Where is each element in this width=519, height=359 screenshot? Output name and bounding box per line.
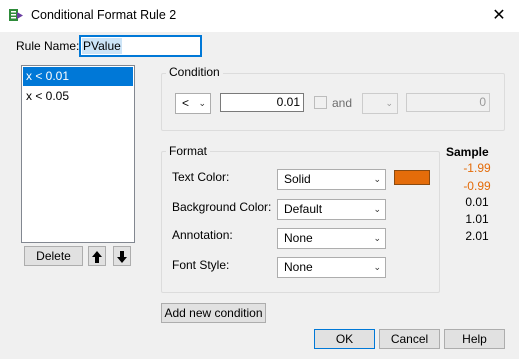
rule-name-label: Rule Name: bbox=[16, 39, 80, 53]
move-up-button[interactable] bbox=[88, 246, 106, 266]
chevron-down-icon: ⌄ bbox=[373, 262, 381, 272]
list-item[interactable]: x < 0.01 bbox=[23, 67, 133, 86]
font-style-label: Font Style: bbox=[172, 258, 230, 272]
window-title: Conditional Format Rule 2 bbox=[31, 8, 177, 22]
text-color-label: Text Color: bbox=[172, 170, 230, 184]
sample-value: -0.99 bbox=[463, 179, 491, 193]
text-color-select[interactable]: Solid ⌄ bbox=[277, 169, 386, 190]
chevron-down-icon: ⌄ bbox=[385, 98, 393, 108]
list-item[interactable]: x < 0.05 bbox=[23, 87, 133, 106]
ok-button[interactable]: OK bbox=[314, 329, 375, 349]
sample-title: Sample bbox=[446, 145, 489, 159]
sample-value: -1.99 bbox=[463, 161, 491, 175]
second-value-input[interactable]: 0 bbox=[406, 93, 490, 112]
rule-name-input[interactable]: PValue bbox=[79, 35, 202, 57]
arrow-down-icon bbox=[117, 251, 127, 263]
sample-value: 1.01 bbox=[465, 212, 489, 226]
chevron-down-icon: ⌄ bbox=[373, 233, 381, 243]
arrow-up-icon bbox=[92, 251, 102, 263]
condition-value-input[interactable]: 0.01 bbox=[220, 93, 304, 112]
second-operator-select[interactable]: ⌄ bbox=[362, 93, 398, 114]
rules-list[interactable]: x < 0.01 x < 0.05 bbox=[21, 65, 135, 243]
sample-value: 2.01 bbox=[465, 229, 489, 243]
annotation-select[interactable]: None ⌄ bbox=[277, 228, 386, 249]
condition-legend: Condition bbox=[166, 65, 223, 79]
help-button[interactable]: Help bbox=[444, 329, 505, 349]
chevron-down-icon: ⌄ bbox=[373, 204, 381, 214]
annotation-label: Annotation: bbox=[172, 228, 233, 242]
operator-value: < bbox=[182, 96, 190, 110]
background-color-label: Background Color: bbox=[172, 200, 272, 214]
and-checkbox[interactable] bbox=[314, 96, 327, 109]
annotation-value: None bbox=[284, 231, 313, 245]
rule-name-value: PValue bbox=[82, 38, 122, 54]
delete-button[interactable]: Delete bbox=[24, 246, 83, 266]
font-style-value: None bbox=[284, 260, 313, 274]
text-color-swatch[interactable] bbox=[394, 170, 430, 185]
chevron-down-icon: ⌄ bbox=[198, 98, 206, 108]
sample-value: 0.01 bbox=[465, 195, 489, 209]
cancel-button[interactable]: Cancel bbox=[379, 329, 440, 349]
background-color-select[interactable]: Default ⌄ bbox=[277, 199, 386, 220]
close-icon[interactable]: ✕ bbox=[488, 6, 510, 26]
background-color-value: Default bbox=[284, 202, 323, 216]
and-label: and bbox=[332, 96, 353, 110]
move-down-button[interactable] bbox=[113, 246, 131, 266]
operator-select[interactable]: < ⌄ bbox=[175, 93, 211, 114]
format-legend: Format bbox=[166, 144, 211, 158]
chevron-down-icon: ⌄ bbox=[373, 174, 381, 184]
add-condition-button[interactable]: Add new condition bbox=[161, 303, 266, 323]
text-color-value: Solid bbox=[284, 172, 311, 186]
app-icon bbox=[9, 9, 23, 21]
font-style-select[interactable]: None ⌄ bbox=[277, 257, 386, 278]
